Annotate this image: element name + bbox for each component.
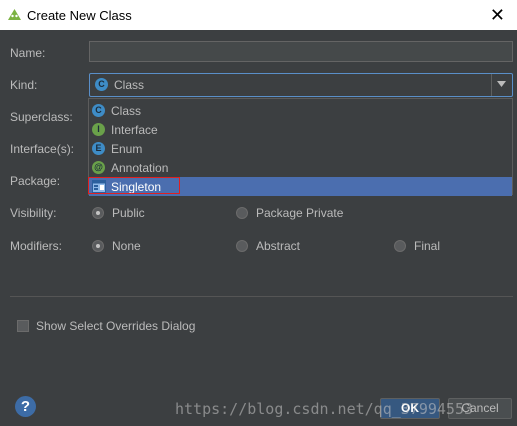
show-overrides-checkbox[interactable] <box>17 320 29 332</box>
kind-label: Kind: <box>10 78 38 92</box>
option-label: Interface <box>111 123 158 137</box>
kind-option-enum[interactable]: E Enum <box>89 139 512 158</box>
modifier-none-radio[interactable] <box>92 240 104 252</box>
modifier-abstract-label[interactable]: Abstract <box>256 239 300 253</box>
name-input[interactable] <box>89 41 513 62</box>
kind-option-annotation[interactable]: @ Annotation <box>89 158 512 177</box>
option-label: Enum <box>111 142 143 156</box>
class-icon: C <box>95 78 108 91</box>
watermark-text: https://blog.csdn.net/qq_37994553 <box>175 400 474 418</box>
separator <box>10 296 513 297</box>
visibility-public-label[interactable]: Public <box>112 206 145 220</box>
kind-option-class[interactable]: C Class <box>89 101 512 120</box>
show-overrides-label[interactable]: Show Select Overrides Dialog <box>36 319 195 333</box>
enum-icon: E <box>92 142 105 155</box>
interface-icon: I <box>92 123 105 136</box>
superclass-label: Superclass: <box>10 110 73 124</box>
modifier-final-radio[interactable] <box>394 240 406 252</box>
visibility-public-radio[interactable] <box>92 207 104 219</box>
kind-option-interface[interactable]: I Interface <box>89 120 512 139</box>
package-label: Package: <box>10 174 61 188</box>
annotation-icon: @ <box>92 161 105 174</box>
modifier-none-label[interactable]: None <box>112 239 141 253</box>
red-annotation-box <box>88 177 180 194</box>
kind-select[interactable]: C Class <box>89 73 513 97</box>
modifier-final-label[interactable]: Final <box>414 239 440 253</box>
kind-selected-value: Class <box>114 78 145 92</box>
visibility-package-private-label[interactable]: Package Private <box>256 206 343 220</box>
name-label: Name: <box>10 46 46 60</box>
option-label: Annotation <box>111 161 169 175</box>
title-bar: Create New Class ✕ <box>0 0 517 30</box>
create-class-dialog: Name: Kind: C Class Superclass: Interfac… <box>0 30 517 426</box>
option-label: Class <box>111 104 142 118</box>
close-icon[interactable]: ✕ <box>490 5 505 26</box>
modifier-abstract-radio[interactable] <box>236 240 248 252</box>
modifiers-label: Modifiers: <box>10 239 63 253</box>
window-title: Create New Class <box>27 8 132 23</box>
interfaces-label: Interface(s): <box>10 142 75 156</box>
dropdown-arrow-icon[interactable] <box>491 74 512 96</box>
help-button[interactable]: ? <box>15 396 36 417</box>
visibility-label: Visibility: <box>10 206 57 220</box>
android-studio-logo-icon <box>8 9 21 20</box>
visibility-package-private-radio[interactable] <box>236 207 248 219</box>
class-icon: C <box>92 104 105 117</box>
